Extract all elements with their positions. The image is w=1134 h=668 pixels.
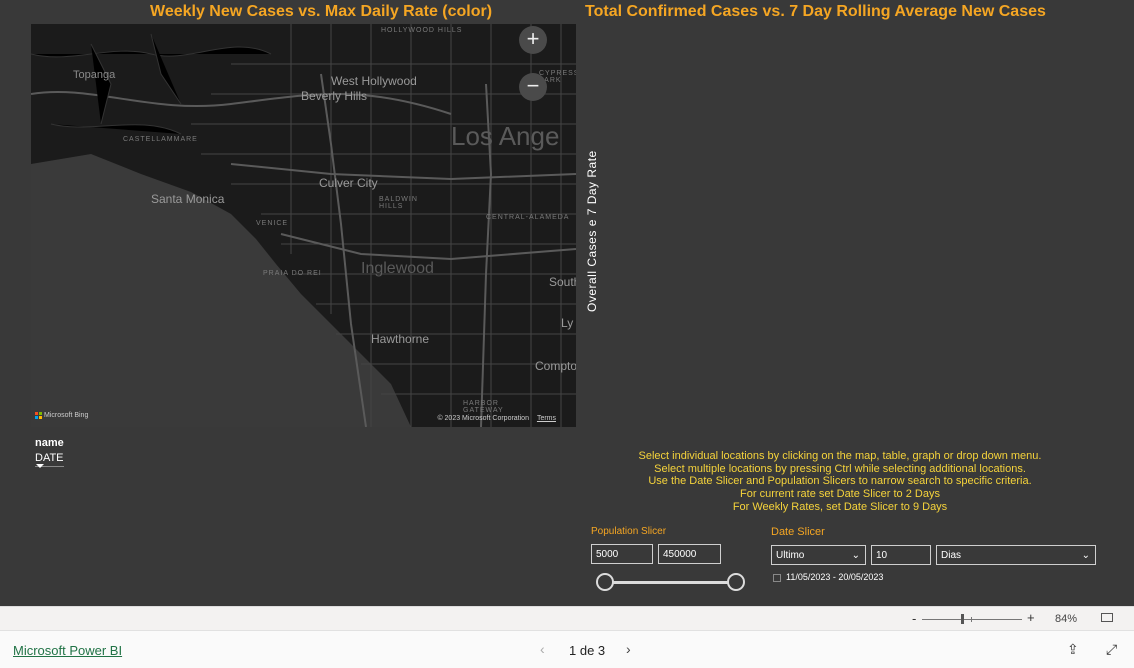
zoom-out-button[interactable]: − xyxy=(519,73,547,101)
zoom-slider-track[interactable] xyxy=(922,619,1022,620)
population-max-input[interactable]: 450000 xyxy=(658,544,721,564)
next-page-icon[interactable]: › xyxy=(626,641,631,657)
instruction-line: For current rate set Date Slicer to 2 Da… xyxy=(740,488,940,501)
zoom-in-small-button[interactable]: + xyxy=(1027,610,1035,625)
footer-bar: Microsoft Power BI ‹ 1 de 3 › ⇪ ⤢ xyxy=(0,630,1134,668)
chevron-down-icon: ⌄ xyxy=(851,550,860,561)
map-visual[interactable]: HOLLYWOOD HILLS Topanga West Hollywood B… xyxy=(31,24,576,427)
instruction-line: For Weekly Rates, set Date Slicer to 9 D… xyxy=(732,500,948,513)
map-label-santa-monica: Santa Monica xyxy=(151,192,225,206)
population-slider-track[interactable] xyxy=(605,581,737,584)
zoom-slider-tick xyxy=(971,617,972,622)
map-label-lyn: Ly xyxy=(561,316,574,330)
map-label-west-hollywood: West Hollywood xyxy=(331,74,417,88)
chart-title: Total Confirmed Cases vs. 7 Day Rolling … xyxy=(585,3,1046,20)
map-label-praia-do-rei: PRAIA DO REI xyxy=(263,270,322,277)
population-slider-min-handle[interactable] xyxy=(596,573,614,591)
map-label-culver-city: Culver City xyxy=(319,176,378,190)
share-icon[interactable]: ⇪ xyxy=(1067,641,1079,658)
map-label-hawthorne: Hawthorne xyxy=(371,332,430,346)
map-label-hollywood: HOLLYWOOD HILLS xyxy=(381,27,463,34)
instructions-text: Select individual locations by clicking … xyxy=(600,450,1080,514)
zoom-slider-thumb[interactable] xyxy=(961,614,964,624)
map-title: Weekly New Cases vs. Max Daily Rate (col… xyxy=(150,3,493,20)
map-label-harbor-gateway: HARBOR GATEWAY xyxy=(463,400,504,414)
date-unit-value: Dias xyxy=(941,550,962,561)
table-header: name xyxy=(35,437,64,449)
calendar-icon xyxy=(773,574,781,582)
map-roads xyxy=(31,24,576,427)
terms-link[interactable]: Terms xyxy=(537,415,556,422)
bing-logo: Microsoft Bing xyxy=(35,412,88,419)
map-label-venice: VENICE xyxy=(256,220,289,227)
fit-to-page-icon[interactable] xyxy=(1101,613,1113,622)
map-provider: Microsoft Bing xyxy=(44,412,89,419)
microsoft-logo-icon xyxy=(35,412,42,419)
map-label-central-alameda: CENTRAL-ALAMEDA xyxy=(486,214,570,221)
map-label-south: South xyxy=(549,275,576,289)
instruction-line: Select individual locations by clicking … xyxy=(638,450,1042,462)
population-min-input[interactable]: 5000 xyxy=(591,544,653,564)
map-label-inglewood: Inglewood xyxy=(361,260,434,277)
instruction-line: Select multiple locations by pressing Ct… xyxy=(654,462,1026,475)
fullscreen-icon[interactable]: ⤢ xyxy=(1106,641,1117,658)
previous-page-icon[interactable]: ‹ xyxy=(540,641,545,657)
date-mode-value: Ultimo xyxy=(776,550,805,561)
chevron-down-icon: ⌄ xyxy=(1081,550,1090,561)
power-bi-link[interactable]: Microsoft Power BI xyxy=(13,643,122,658)
map-label-beverly-hills: Beverly Hills xyxy=(301,89,368,103)
date-slicer-label: Date Slicer xyxy=(771,526,825,538)
date-unit-dropdown[interactable]: Dias ⌄ xyxy=(936,545,1096,565)
map-label-compton: Compto xyxy=(535,359,576,373)
map-label-topanga: Topanga xyxy=(73,69,116,81)
zoom-out-small-button[interactable]: - xyxy=(912,611,916,626)
page-indicator: 1 de 3 xyxy=(569,643,606,658)
copyright-text: © 2023 Microsoft Corporation xyxy=(437,415,529,422)
map-label-castellammare: CASTELLAMMARE xyxy=(123,136,198,143)
date-range-text: 11/05/2023 - 20/05/2023 xyxy=(786,572,884,582)
chart-y-axis-label: Overall Cases e 7 Day Rate xyxy=(585,150,599,312)
map-copyright: © 2023 Microsoft Corporation Terms xyxy=(437,415,556,422)
report-canvas: Weekly New Cases vs. Max Daily Rate (col… xyxy=(0,0,1134,606)
zoom-in-button[interactable]: + xyxy=(519,26,547,54)
date-mode-dropdown[interactable]: Ultimo ⌄ xyxy=(771,545,866,565)
map-label-los-angeles: Los Ange xyxy=(451,121,560,151)
date-count-input[interactable]: 10 xyxy=(871,545,931,565)
zoom-bar: - + 84% xyxy=(0,606,1134,631)
population-slicer-label: Population Slicer xyxy=(591,526,667,537)
zoom-percent: 84% xyxy=(1055,613,1078,625)
sort-descending-icon[interactable] xyxy=(36,464,44,468)
population-slider-max-handle[interactable] xyxy=(727,573,745,591)
instruction-line: Use the Date Slicer and Population Slice… xyxy=(648,475,1032,488)
map-label-baldwin-hills: BALDWIN HILLS xyxy=(379,196,418,210)
